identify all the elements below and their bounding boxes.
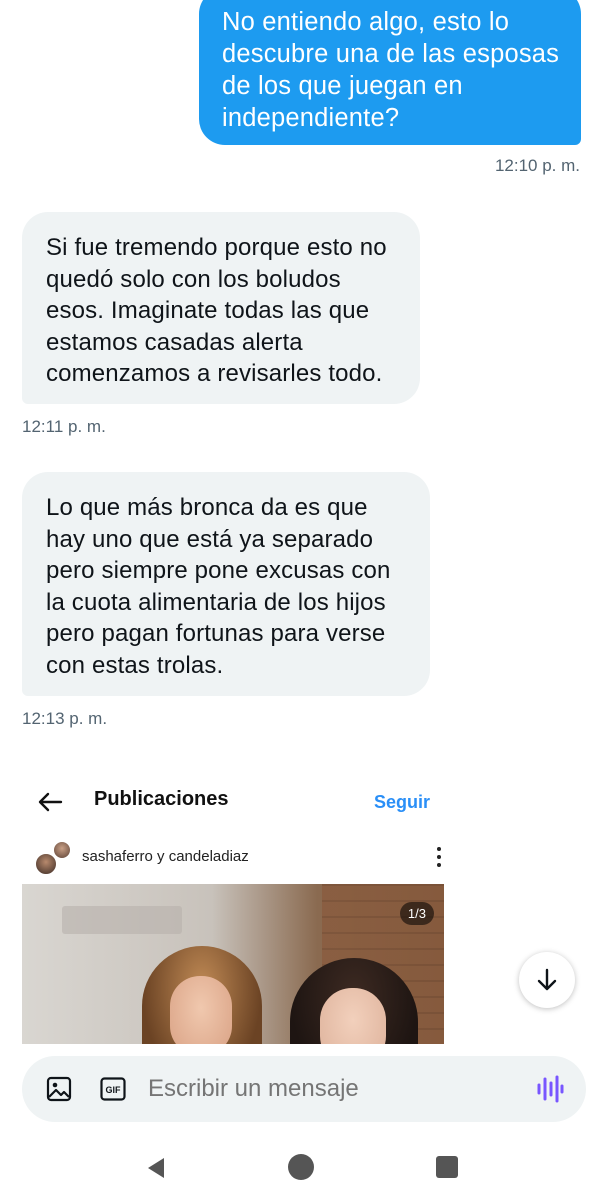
shared-image-follow-label: Seguir [373,792,430,812]
nav-back-icon[interactable] [144,1156,168,1180]
gif-icon[interactable]: GIF [100,1077,126,1101]
image-icon[interactable] [46,1076,72,1102]
incoming-message-bubble[interactable]: Si fue tremendo porque esto no quedó sol… [22,212,420,404]
photo-background-shelf [62,906,182,934]
outgoing-message-bubble[interactable]: No entiendo algo, esto lo descubre una d… [199,0,581,145]
shared-image-photo[interactable]: 1/3 [22,884,444,1044]
incoming-message-time: 12:13 p. m. [22,709,108,728]
incoming-message-text: Lo que más bronca da es que hay uno que … [46,494,391,679]
photo-person-left-face [170,976,232,1044]
back-arrow-icon [38,792,63,812]
shared-image-authors: sashaferro y candeladiaz [82,848,249,865]
voice-wave-icon[interactable] [536,1074,564,1104]
shared-image-title: Publicaciones [94,788,229,810]
scroll-to-bottom-button[interactable] [519,952,575,1008]
system-navigation-bar [0,1136,602,1200]
shared-image-author-row: sashaferro y candeladiaz [22,836,444,880]
shared-image-header: Publicaciones Seguir [22,780,444,826]
message-input[interactable] [148,1075,508,1103]
avatar [34,852,58,876]
incoming-message-text: Si fue tremendo porque esto no quedó sol… [46,234,387,387]
more-vertical-icon [437,847,441,867]
outgoing-message-time: 12:10 p. m. [494,156,580,175]
outgoing-message-text: No entiendo algo, esto lo descubre una d… [222,8,560,132]
nav-recents-icon[interactable] [436,1156,458,1178]
message-composer: GIF [22,1056,586,1122]
carousel-counter: 1/3 [399,902,434,925]
arrow-down-icon [537,968,557,991]
nav-home-icon[interactable] [288,1154,314,1180]
photo-person-right-face [320,988,386,1044]
incoming-message-time: 12:11 p. m. [22,417,106,436]
incoming-message-bubble[interactable]: Lo que más bronca da es que hay uno que … [22,472,430,696]
svg-text:GIF: GIF [106,1085,122,1095]
